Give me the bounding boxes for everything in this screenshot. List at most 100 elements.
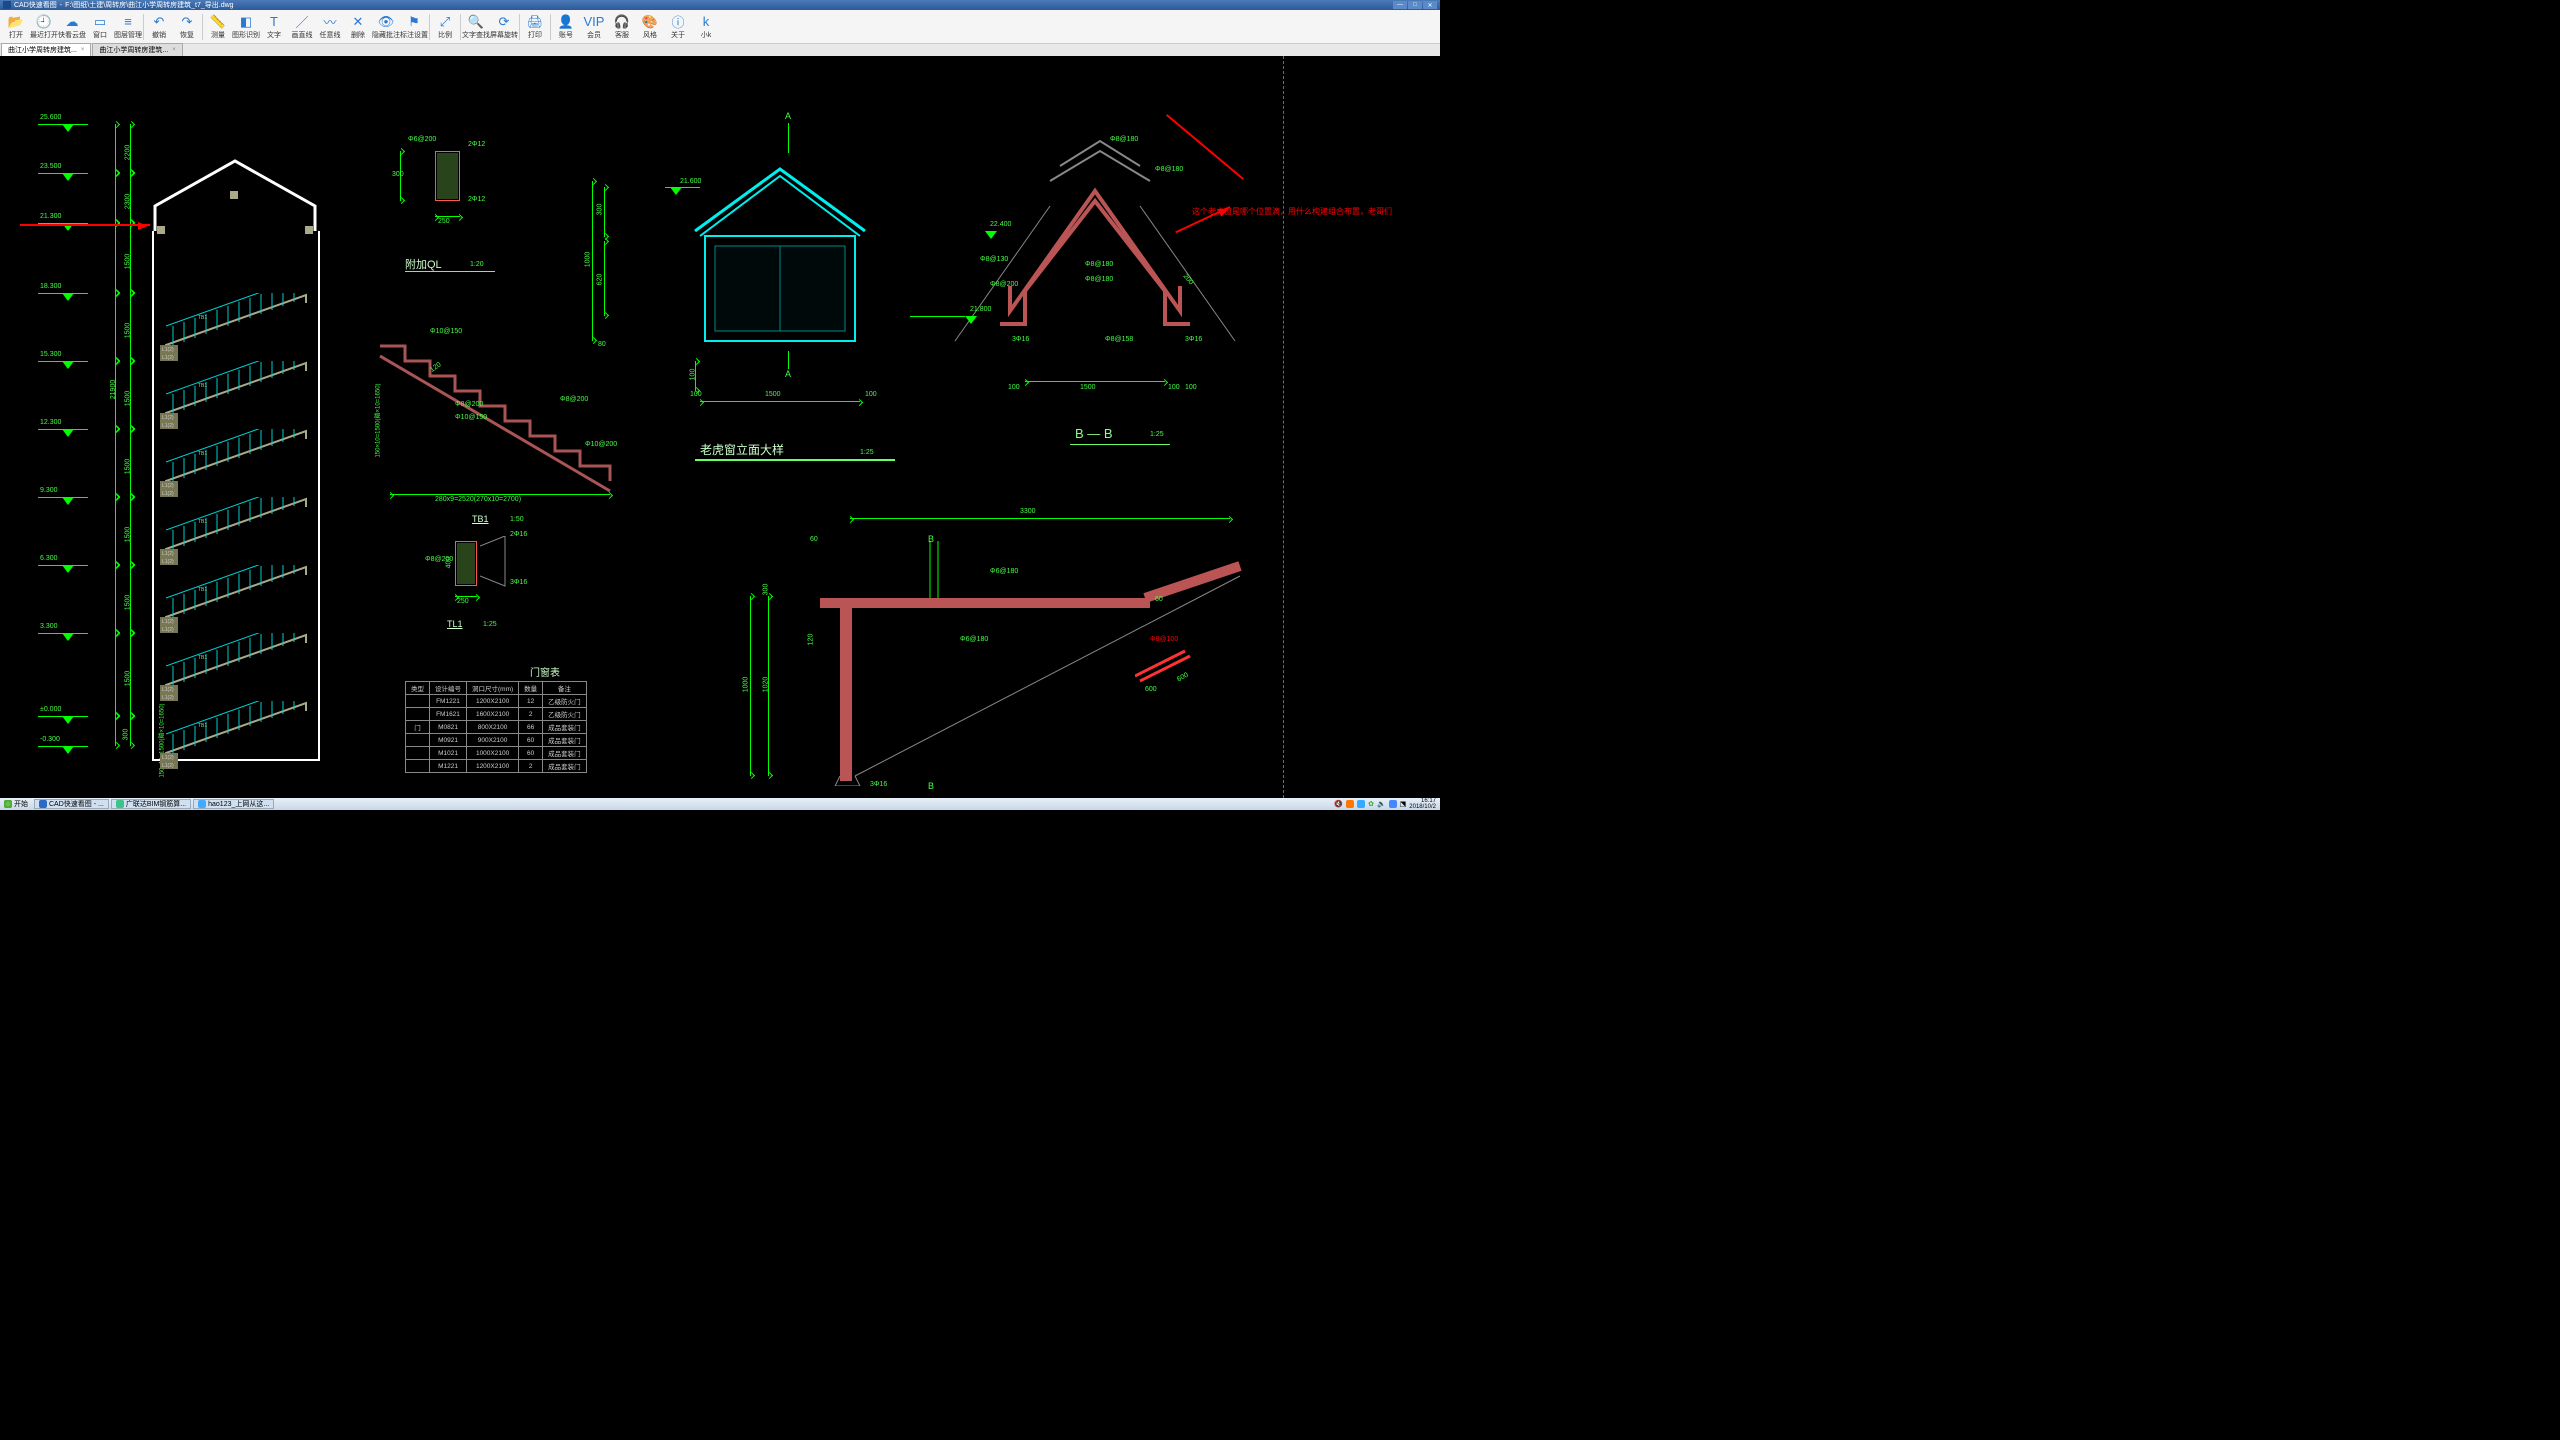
layer-button[interactable]: ≡图层管理: [114, 11, 142, 43]
find-button-icon: 🔍: [468, 14, 484, 30]
elev-label: 9.300: [40, 487, 58, 494]
dormer-icon: [690, 161, 870, 351]
print-button[interactable]: 🖨打印: [521, 11, 549, 43]
anno-set-button-icon: ⚑: [406, 14, 422, 30]
close-tab-icon[interactable]: ×: [81, 47, 85, 53]
dormer-elevation: A 21.600 1000 620 300 80 A 1500 100 100 …: [580, 111, 900, 421]
cloud-button[interactable]: ☁快看云盘: [58, 11, 86, 43]
elev-label: 3.300: [40, 623, 58, 630]
vip-button[interactable]: VIP会员: [580, 11, 608, 43]
open-button[interactable]: 📂打开: [2, 11, 30, 43]
elev-label: 21.300: [40, 213, 61, 220]
taskbar-item[interactable]: CAD快速看图 - ...: [34, 799, 109, 809]
redo-button-icon: ↷: [179, 14, 195, 30]
about-button[interactable]: ⓘ关于: [664, 11, 692, 43]
tray-icon[interactable]: ✿: [1368, 800, 1374, 808]
taskbar: 开始 CAD快速看图 - ...广联达BIM钢筋算...hao123_上网从这.…: [0, 798, 1440, 810]
scale-button[interactable]: ⤢比例: [431, 11, 459, 43]
tl-detail: 2Φ16 3Φ16 Φ8@200 400 250 TL1 1:25: [425, 531, 545, 671]
roof-detail: B B 3300 1000 1020 120 300 60 Φ6@180 Φ6@…: [740, 506, 1260, 798]
arrow-annotation: [20, 224, 150, 226]
k-button-icon: k: [698, 14, 714, 30]
window-button-icon: ▭: [92, 14, 108, 30]
elev-label: 6.300: [40, 555, 58, 562]
measure-button-icon: 📏: [210, 14, 226, 30]
undo-button-icon: ↶: [151, 14, 167, 30]
redo-button[interactable]: ↷恢复: [173, 11, 201, 43]
drawing-canvas[interactable]: 25.600 23.500 21.300 18.300 15.300 12.300 9.30…: [0, 56, 1440, 798]
elev-label: 18.300: [40, 283, 61, 290]
k-button[interactable]: k小k: [692, 11, 720, 43]
close-button[interactable]: ✕: [1423, 1, 1437, 9]
clock-date: 2018/10/2: [1409, 804, 1436, 810]
undo-button[interactable]: ↶撤销: [145, 11, 173, 43]
titlebar: CAD快速看图 - F:\图纸\土建\周转房\曲江小学周转房建筑_t7_导出.d…: [0, 0, 1440, 10]
start-button[interactable]: 开始: [0, 799, 32, 809]
recognize-button[interactable]: ◧图形识别: [232, 11, 260, 43]
system-tray[interactable]: 🔇 ✿ 🔈 ⬔ 16:17 2018/10/2: [1330, 798, 1440, 810]
layer-button-icon: ≡: [120, 14, 136, 30]
taskbar-item[interactable]: hao123_上网从这...: [193, 799, 274, 809]
elev-label: 12.300: [40, 419, 61, 426]
elev-label: ±0.000: [40, 706, 61, 713]
tab-strip: 曲江小学周转房建筑...×曲江小学周转房建筑...×: [0, 44, 1440, 56]
roof-icon: [145, 156, 325, 236]
file-tab[interactable]: 曲江小学周转房建筑...×: [1, 43, 91, 56]
bb-section: 22.400 21.800 Φ8@180 Φ8@180 Φ8@130 Φ8@20…: [950, 126, 1250, 446]
recent-button-icon: 🕘: [36, 14, 52, 30]
print-button-icon: 🖨: [527, 14, 543, 30]
cloud-button-icon: ☁: [64, 14, 80, 30]
elev-label: 25.600: [40, 114, 61, 121]
recent-button[interactable]: 🕘最近打开: [30, 11, 58, 43]
about-button-icon: ⓘ: [670, 14, 686, 30]
scale-button-icon: ⤢: [437, 14, 453, 30]
anno-set-button[interactable]: ⚑标注设置: [400, 11, 428, 43]
find-button[interactable]: 🔍文字查找: [462, 11, 490, 43]
text-button-icon: T: [266, 14, 282, 30]
ql-detail: 300 250 2Φ12 Φ6@200 2Φ12 附加QL 1:20: [400, 136, 520, 316]
account-button[interactable]: 👤账号: [552, 11, 580, 43]
service-button-icon: 🎧: [614, 14, 630, 30]
text-button[interactable]: T文字: [260, 11, 288, 43]
hide-note-button-icon: 👁: [378, 14, 394, 30]
polyline-button[interactable]: 〰任意线: [316, 11, 344, 43]
elev-label: 15.300: [40, 351, 61, 358]
polyline-button-icon: 〰: [322, 14, 338, 30]
minimize-button[interactable]: —: [1393, 1, 1407, 9]
line-button[interactable]: ／画直线: [288, 11, 316, 43]
file-tab[interactable]: 曲江小学周转房建筑...×: [92, 43, 182, 56]
rotate-button-icon: ⟳: [496, 14, 512, 30]
tray-icon[interactable]: 🔇: [1334, 800, 1343, 808]
vip-button-icon: VIP: [586, 14, 602, 30]
elev-label: -0.300: [40, 736, 60, 743]
taskbar-item[interactable]: 广联达BIM钢筋算...: [111, 799, 191, 809]
rotate-button[interactable]: ⟳屏幕旋转: [490, 11, 518, 43]
service-button[interactable]: 🎧客服: [608, 11, 636, 43]
tray-icon[interactable]: 🔈: [1377, 800, 1386, 808]
tray-icon[interactable]: [1389, 800, 1397, 808]
tray-icon[interactable]: ⬔: [1400, 800, 1407, 808]
elev-label: 23.500: [40, 163, 61, 170]
app-icon: [3, 1, 11, 9]
tray-icon[interactable]: [1357, 800, 1365, 808]
window-button[interactable]: ▭窗口: [86, 11, 114, 43]
measure-button[interactable]: 📏测量: [204, 11, 232, 43]
dw-table-title: 门窗表: [530, 664, 560, 679]
red-annotation: 这个老虎窗是哪个位置滴，用什么构建组合布置，老哥们: [1192, 206, 1392, 217]
recognize-button-icon: ◧: [238, 14, 254, 30]
close-tab-icon[interactable]: ×: [172, 47, 176, 53]
account-button-icon: 👤: [558, 14, 574, 30]
hide-note-button[interactable]: 👁隐藏批注: [372, 11, 400, 43]
app-name: CAD快速看图: [14, 0, 57, 10]
maximize-button[interactable]: □: [1408, 1, 1422, 9]
style-button[interactable]: 🎨风格: [636, 11, 664, 43]
line-button-icon: ／: [294, 14, 310, 30]
tray-icon[interactable]: [1346, 800, 1354, 808]
file-path: F:\图纸\土建\周转房\曲江小学周转房建筑_t7_导出.dwg: [65, 0, 233, 10]
delete-button[interactable]: ✕删除: [344, 11, 372, 43]
toolbar: 📂打开🕘最近打开☁快看云盘▭窗口≡图层管理↶撤销↷恢复📏测量◧图形识别T文字／画…: [0, 10, 1440, 44]
door-window-table: 类型设计编号洞口尺寸(mm)数量备注FM12211200X210012乙级防火门…: [405, 681, 587, 773]
guide-line: [1283, 56, 1284, 798]
open-button-icon: 📂: [8, 14, 24, 30]
style-button-icon: 🎨: [642, 14, 658, 30]
